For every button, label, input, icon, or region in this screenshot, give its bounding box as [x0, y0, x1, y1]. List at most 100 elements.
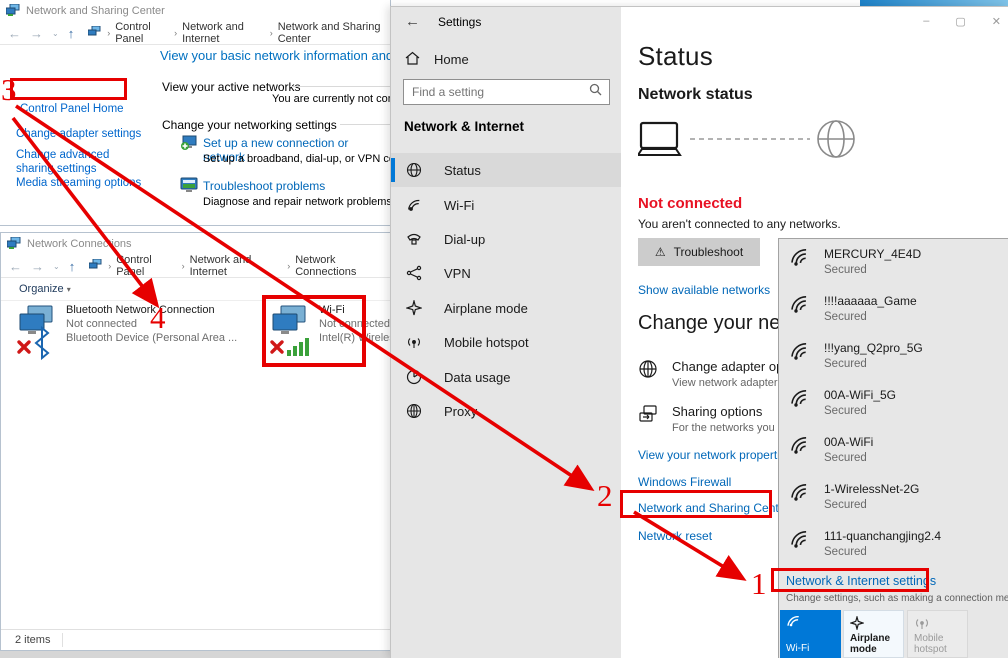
wifi-signal-icon: [789, 341, 814, 370]
dialup-icon: [406, 231, 422, 247]
up-icon[interactable]: ↑: [69, 259, 76, 274]
recent-pages-icon[interactable]: ⌄: [52, 29, 59, 38]
settings-search[interactable]: [403, 79, 610, 105]
back-icon[interactable]: ←: [9, 259, 22, 274]
mobile-hotspot-quick-tile[interactable]: Mobile hotspot: [907, 610, 968, 658]
network-crumb-icon: [89, 259, 102, 273]
settings-back-icon[interactable]: ←: [405, 13, 420, 30]
settings-window-title: Settings: [438, 15, 481, 29]
new-connection-icon: [180, 134, 199, 157]
up-icon[interactable]: ↑: [68, 26, 75, 41]
not-connected-status: Not connected: [638, 195, 742, 212]
wifi-network-item[interactable]: 1-WirelessNet-2G Secured: [789, 482, 919, 511]
troubleshoot-icon: [180, 177, 199, 198]
network-crumb-icon: [88, 26, 101, 40]
hotspot-icon: [914, 616, 967, 633]
nsc-breadcrumb[interactable]: ›Control Panel ›Network and Internet ›Ne…: [107, 21, 390, 45]
network-sharing-center-window: Network and Sharing Center ← → ⌄ ↑ ›Cont…: [0, 0, 391, 226]
windows-firewall-link[interactable]: Windows Firewall: [638, 475, 731, 489]
change-networking-label: Change your networking settings: [162, 118, 337, 132]
settings-home-item[interactable]: Home: [405, 51, 469, 68]
sidebar-advanced-sharing[interactable]: Change advanced sharing settings: [16, 148, 146, 176]
wifi-adapter-icon: [269, 304, 311, 367]
wifi-signal-icon: [789, 435, 814, 464]
nc-titlebar[interactable]: Network Connections: [1, 233, 390, 255]
forward-icon[interactable]: →: [30, 26, 43, 41]
items-count: 2 items: [15, 634, 50, 646]
bluetooth-adapter-icon: [16, 304, 58, 367]
nav-item-airplane[interactable]: Airplane mode: [391, 291, 621, 325]
recent-pages-icon[interactable]: ⌄: [53, 262, 60, 271]
wifi-icon: [786, 615, 841, 631]
airplane-icon: [850, 616, 903, 633]
minimize-button[interactable]: –: [923, 15, 929, 28]
desktop-strip: [0, 651, 391, 658]
data-usage-icon: [406, 369, 422, 385]
warning-icon: ⚠: [655, 245, 666, 259]
network-window-icon: [7, 237, 21, 252]
not-connected-desc: You aren't connected to any networks.: [638, 217, 841, 231]
airplane-mode-quick-tile[interactable]: Airplane mode: [843, 610, 904, 658]
network-internet-settings-link[interactable]: Network & Internet settings: [786, 574, 936, 588]
nsc-navbar: ← → ⌄ ↑ ›Control Panel ›Network and Inte…: [0, 22, 390, 45]
wifi-icon: [406, 197, 422, 213]
wifi-signal-icon: [789, 294, 814, 323]
sidebar-change-adapter-settings[interactable]: Change adapter settings: [16, 128, 141, 140]
settings-section-label: Network & Internet: [404, 119, 524, 134]
troubleshoot-problems-link[interactable]: Troubleshoot problems: [203, 179, 325, 193]
wifi-network-item[interactable]: 00A-WiFi_5G Secured: [789, 388, 896, 417]
wifi-quick-tile[interactable]: Wi-Fi: [780, 610, 841, 658]
network-status-label: Network status: [638, 86, 753, 104]
nav-item-hotspot[interactable]: Mobile hotspot: [391, 325, 621, 359]
nav-item-proxy[interactable]: Proxy: [391, 394, 621, 428]
nc-toolbar: Organize ▾: [1, 278, 390, 301]
nc-navbar: ← → ⌄ ↑ ›Control Panel ›Network and Inte…: [1, 255, 390, 278]
troubleshoot-button[interactable]: ⚠ Troubleshoot: [638, 238, 760, 266]
sidebar-control-panel-home[interactable]: Control Panel Home: [20, 103, 124, 115]
nc-breadcrumb[interactable]: ›Control Panel ›Network and Internet ›Ne…: [108, 254, 390, 278]
nsc-window-title: Network and Sharing Center: [26, 5, 165, 17]
forward-icon[interactable]: →: [31, 259, 44, 274]
wifi-flyout: MERCURY_4E4D Secured: [778, 238, 1008, 658]
maximize-button[interactable]: ▢: [955, 15, 965, 28]
back-icon[interactable]: ←: [8, 26, 21, 41]
wifi-signal-icon: [789, 388, 814, 417]
wifi-network-item[interactable]: 00A-WiFi Secured: [789, 435, 873, 464]
nav-item-datausage[interactable]: Data usage: [391, 360, 621, 394]
screen: Network and Sharing Center ← → ⌄ ↑ ›Cont…: [0, 0, 1008, 658]
divider: [340, 124, 390, 125]
sidebar-media-streaming[interactable]: Media streaming options: [16, 177, 141, 189]
wifi-signal-icon: [789, 482, 814, 511]
hotspot-icon: [406, 334, 422, 350]
wifi-network-item[interactable]: !!!!aaaaaa_Game Secured: [789, 294, 917, 323]
search-input[interactable]: [404, 85, 589, 99]
network-reset-link[interactable]: Network reset: [638, 529, 712, 543]
vpn-icon: [406, 265, 422, 281]
network-sharing-center-link[interactable]: Network and Sharing Center: [638, 501, 789, 515]
wifi-network-item[interactable]: 111-quanchangjing2.4 Secured: [789, 529, 941, 558]
home-icon: [405, 51, 420, 68]
status-icon: [406, 162, 422, 178]
network-window-icon: [6, 4, 20, 19]
search-icon[interactable]: [589, 83, 609, 101]
airplane-icon: [406, 300, 422, 316]
nc-window-title: Network Connections: [27, 238, 132, 250]
nav-item-vpn[interactable]: VPN: [391, 256, 621, 290]
connection-item-bluetooth[interactable]: Bluetooth Network Connection Not connect…: [16, 304, 246, 367]
nav-item-wifi[interactable]: Wi-Fi: [391, 188, 621, 222]
settings-sidebar: ← Settings Home Network & Internet Statu…: [391, 7, 621, 658]
network-connections-window: Network Connections ← → ⌄ ↑ ›Control Pan…: [0, 232, 391, 651]
organize-dropdown[interactable]: Organize ▾: [19, 283, 71, 295]
wifi-network-item[interactable]: MERCURY_4E4D Secured: [789, 247, 921, 276]
nav-item-status[interactable]: Status: [391, 153, 621, 187]
wifi-network-item[interactable]: !!!yang_Q2pro_5G Secured: [789, 341, 923, 370]
view-network-properties-link[interactable]: View your network properties: [638, 448, 793, 462]
nav-item-dialup[interactable]: Dial-up: [391, 222, 621, 256]
page-title: Status: [638, 41, 713, 72]
wifi-signal-icon: [789, 529, 814, 558]
nsc-titlebar[interactable]: Network and Sharing Center: [0, 0, 390, 22]
laptop-globe-illustration: [638, 113, 860, 180]
close-button[interactable]: ✕: [992, 15, 1001, 28]
show-available-networks-link[interactable]: Show available networks: [638, 283, 770, 297]
globe-icon: [638, 359, 658, 389]
